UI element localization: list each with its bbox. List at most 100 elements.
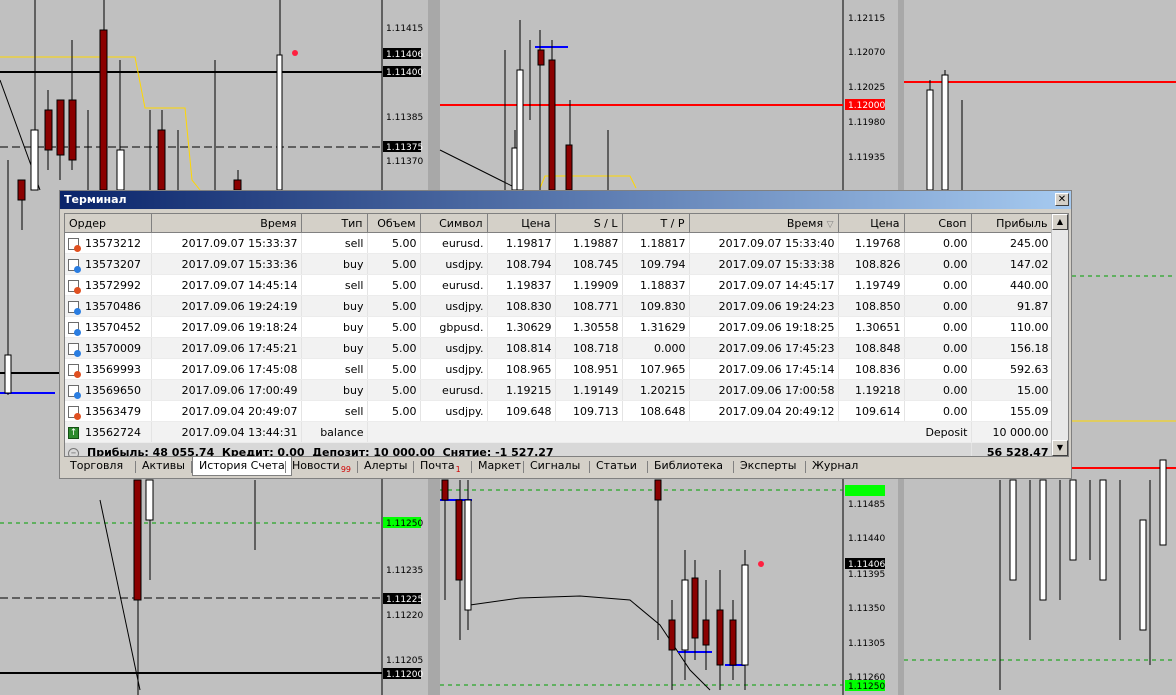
- symbol-value: usdjpy.: [445, 404, 484, 418]
- volume-cell: 5.00: [367, 232, 421, 254]
- tab-7[interactable]: Сигналы: [524, 457, 586, 476]
- table-row[interactable]: 13569993 2017.09.06 17:45:08 sell 5.00 usdjp…: [65, 358, 1053, 380]
- table-row[interactable]: 13569650 2017.09.06 17:00:49 buy 5.00 eurusd…: [65, 379, 1053, 401]
- table-row[interactable]: 13573212 2017.09.07 15:33:37 sell 5.00 eurus…: [65, 232, 1053, 254]
- profit-cell: 156.18: [971, 337, 1053, 359]
- tab-4[interactable]: Алерты: [358, 457, 413, 476]
- table-row[interactable]: 13570486 2017.09.06 19:24:19 buy 5.00 usdjpy…: [65, 295, 1053, 317]
- profit-value: 155.09: [1010, 404, 1049, 418]
- open-price-value: 1.30629: [506, 320, 552, 334]
- col-close-time-header[interactable]: Время ▽: [689, 214, 839, 233]
- close-time-value: 2017.09.06 17:45:14: [718, 362, 835, 376]
- swap-value: 0.00: [943, 362, 968, 376]
- stop-loss-cell: 109.713: [555, 400, 623, 422]
- svg-text:1.12025: 1.12025: [848, 83, 885, 93]
- profit-cell: 245.00: [971, 232, 1053, 254]
- col-close-price-header[interactable]: Цена: [838, 214, 905, 233]
- scroll-up-icon[interactable]: ▲: [1052, 214, 1068, 230]
- stop-loss-cell: 108.718: [555, 337, 623, 359]
- tab-3[interactable]: Новости99: [286, 457, 357, 476]
- scroll-down-icon[interactable]: ▼: [1052, 440, 1068, 456]
- order-id-value: 13563479: [85, 404, 141, 418]
- stop-loss-cell: 1.19887: [555, 232, 623, 254]
- col-order-header[interactable]: Ордер: [65, 214, 152, 233]
- tab-0[interactable]: Торговля: [64, 457, 129, 476]
- volume-value: 5.00: [392, 299, 417, 313]
- swap-cell: 0.00: [904, 232, 972, 254]
- balance-row[interactable]: ↑ 13562724 2017.09.04 13:44:31 balance Depos…: [65, 421, 1053, 443]
- open-time-cell: 2017.09.06 17:00:49: [151, 379, 302, 401]
- order-type-cell: buy: [301, 295, 368, 317]
- volume-value: 5.00: [392, 236, 417, 250]
- swap-value: 0.00: [943, 383, 968, 397]
- col-profit-header[interactable]: Прибыль: [971, 214, 1053, 233]
- terminal-tabs: Торговля Активы История Счета Новости99 Алер…: [64, 457, 1069, 477]
- svg-text:1.11440: 1.11440: [848, 534, 885, 544]
- volume-cell: 5.00: [367, 358, 421, 380]
- col-type-header[interactable]: Тип: [301, 214, 368, 233]
- col-symbol-header[interactable]: Символ: [420, 214, 488, 233]
- open-time-cell: 2017.09.07 15:33:36: [151, 253, 302, 275]
- col-price-header[interactable]: Цена: [487, 214, 556, 233]
- open-price-value: 1.19837: [506, 278, 552, 292]
- close-price-cell: 108.848: [838, 337, 905, 359]
- close-time-cell: 2017.09.06 17:45:23: [689, 337, 839, 359]
- col-volume-header[interactable]: Объем: [367, 214, 421, 233]
- symbol-cell: gbpusd.: [420, 316, 488, 338]
- terminal-title-bar[interactable]: Терминал: [60, 191, 1071, 209]
- tab-10[interactable]: Эксперты: [734, 457, 802, 476]
- svg-text:1.11415: 1.11415: [386, 24, 423, 34]
- profit-value: 245.00: [1010, 236, 1049, 250]
- profit-value: 156.18: [1010, 341, 1049, 355]
- history-table[interactable]: Ордер Время Тип Объем Символ Цена S / L …: [64, 213, 1069, 457]
- close-price-value: 1.19218: [855, 383, 901, 397]
- tab-label: Библиотека: [654, 459, 723, 472]
- open-time-cell: 2017.09.06 19:24:19: [151, 295, 302, 317]
- col-time-header[interactable]: Время: [151, 214, 302, 233]
- tab-8[interactable]: Статьи: [590, 457, 643, 476]
- summary-icon: −: [68, 447, 79, 456]
- tab-label: Новости: [292, 459, 340, 472]
- svg-text:1.12115: 1.12115: [848, 14, 885, 24]
- table-row[interactable]: 13573207 2017.09.07 15:33:36 buy 5.00 usdjpy…: [65, 253, 1053, 275]
- buy-order-icon: [68, 342, 81, 357]
- profit-value: 147.02: [1010, 257, 1049, 271]
- table-row[interactable]: 13570009 2017.09.06 17:45:21 buy 5.00 usdjpy…: [65, 337, 1053, 359]
- vertical-scrollbar[interactable]: ▲ ▼: [1051, 214, 1068, 456]
- tab-11[interactable]: Журнал: [806, 457, 864, 476]
- tab-1[interactable]: Активы: [136, 457, 191, 476]
- table-row[interactable]: 13572992 2017.09.07 14:45:14 sell 5.00 eurus…: [65, 274, 1053, 296]
- close-time-cell: 2017.09.07 14:45:17: [689, 274, 839, 296]
- col-tp-header[interactable]: T / P: [622, 214, 690, 233]
- take-profit-cell: 0.000: [622, 337, 690, 359]
- take-profit-value: 1.20215: [640, 383, 686, 397]
- open-time-value: 2017.09.07 15:33:36: [181, 257, 298, 271]
- close-price-value: 109.614: [855, 404, 901, 418]
- tab-2[interactable]: История Счета: [192, 457, 292, 476]
- symbol-value: usdjpy.: [445, 341, 484, 355]
- col-swap-header[interactable]: Своп: [904, 214, 972, 233]
- close-price-cell: 108.826: [838, 253, 905, 275]
- order-id-value: 13572992: [85, 278, 141, 292]
- close-price-value: 1.30651: [855, 320, 901, 334]
- svg-text:1.11250: 1.11250: [848, 682, 885, 692]
- open-price-cell: 1.19215: [487, 379, 556, 401]
- open-time-cell: 2017.09.07 15:33:37: [151, 232, 302, 254]
- tab-5[interactable]: Почта1: [414, 457, 467, 476]
- col-sl-header[interactable]: S / L: [555, 214, 623, 233]
- tab-9[interactable]: Библиотека: [648, 457, 729, 476]
- open-time-value: 2017.09.06 19:24:19: [181, 299, 298, 313]
- stop-loss-value: 108.718: [573, 341, 619, 355]
- buy-order-icon: [68, 258, 81, 273]
- order-type-cell: sell: [301, 232, 368, 254]
- table-row[interactable]: 13563479 2017.09.04 20:49:07 sell 5.00 usdjp…: [65, 400, 1053, 422]
- open-price-value: 1.19215: [506, 383, 552, 397]
- tab-6[interactable]: Маркет: [472, 457, 527, 476]
- close-time-cell: 2017.09.07 15:33:40: [689, 232, 839, 254]
- close-icon[interactable]: ✕: [1055, 193, 1069, 206]
- svg-text:1.11485: 1.11485: [848, 500, 885, 510]
- table-row[interactable]: 13570452 2017.09.06 19:18:24 buy 5.00 gbpusd…: [65, 316, 1053, 338]
- close-time-value: 2017.09.07 14:45:17: [718, 278, 835, 292]
- terminal-window[interactable]: Терминал ✕ Ордер Время Тип Объем Символ …: [59, 190, 1072, 479]
- volume-value: 5.00: [392, 257, 417, 271]
